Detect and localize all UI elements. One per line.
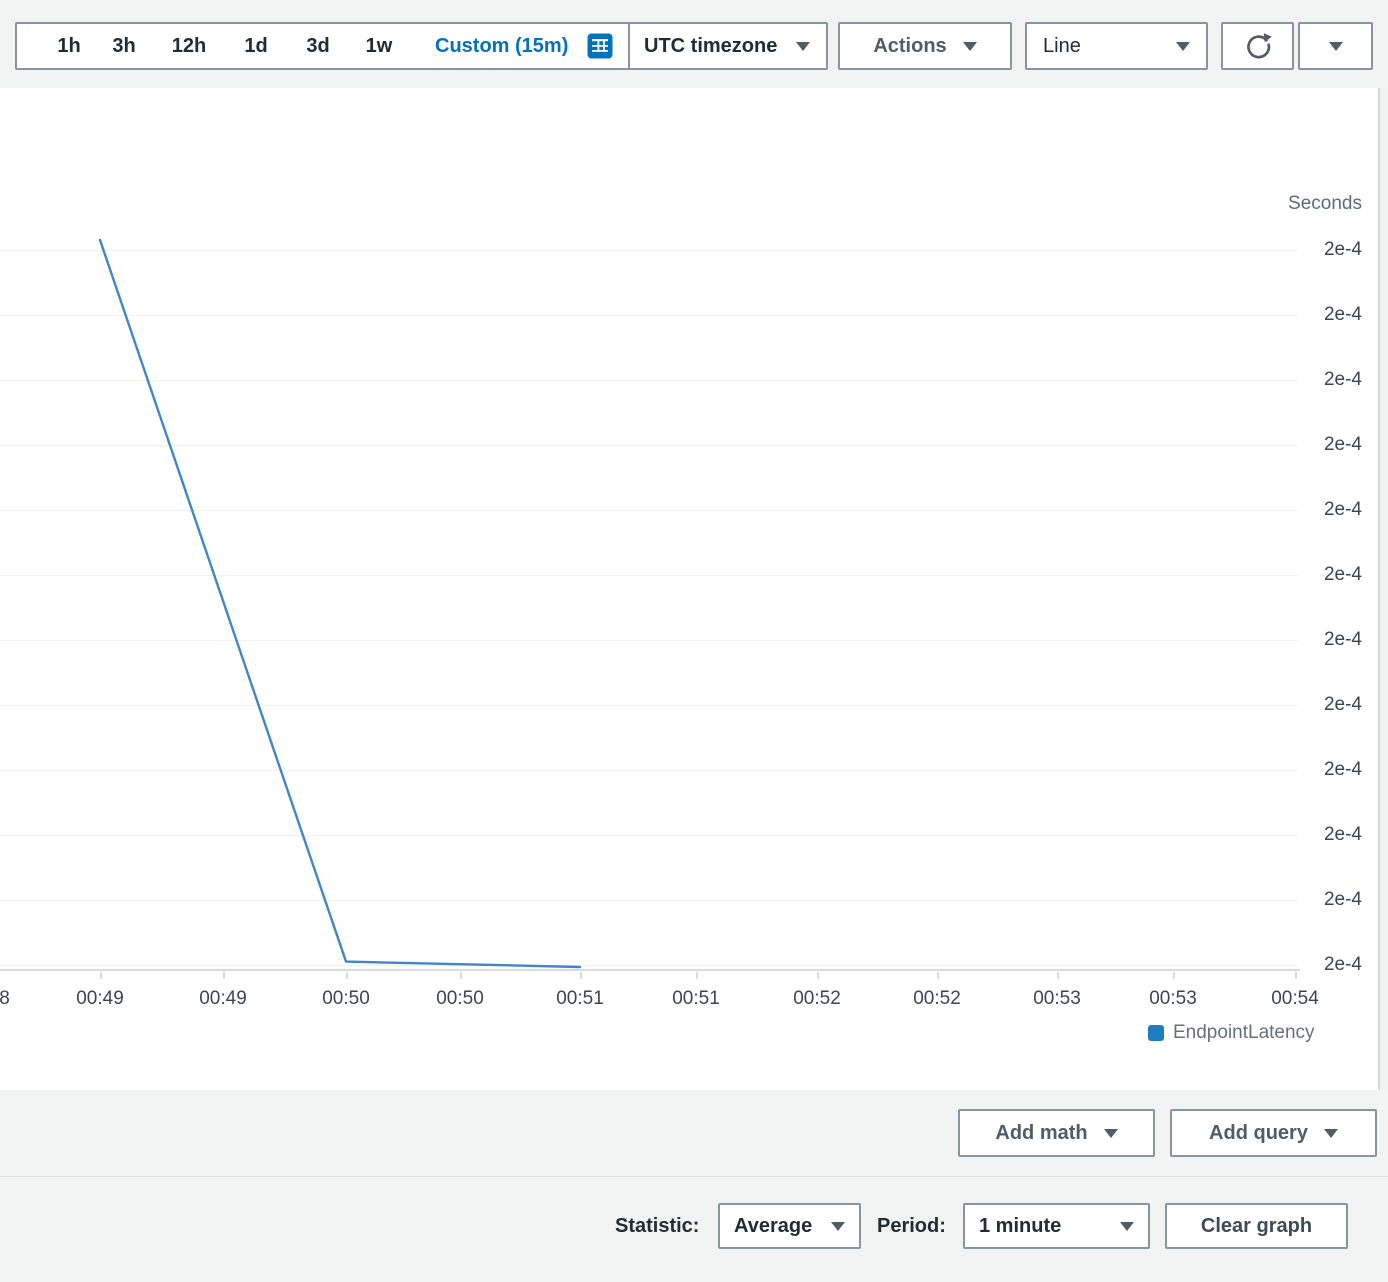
series-endpointlatency-line — [100, 240, 580, 967]
time-range-1d[interactable]: 1d — [244, 24, 267, 68]
period-label: Period: — [877, 1203, 946, 1249]
actions-dropdown[interactable]: Actions — [838, 22, 1012, 70]
refresh-options-dropdown[interactable] — [1298, 22, 1373, 70]
add-query-dropdown[interactable]: Add query — [1170, 1109, 1377, 1157]
statistic-label: Statistic: — [615, 1203, 699, 1249]
chevron-down-icon — [1329, 42, 1343, 51]
refresh-button[interactable] — [1221, 22, 1294, 70]
metrics-graph-page: 1h 3h 12h 1d 3d 1w Custom (15m) UTC time… — [0, 0, 1388, 1282]
scrollbar-track — [1380, 88, 1388, 1090]
chevron-down-icon — [831, 1222, 845, 1231]
chart-type-select[interactable]: Line — [1025, 22, 1208, 70]
chart-type-value: Line — [1043, 35, 1081, 58]
add-math-dropdown[interactable]: Add math — [958, 1109, 1155, 1157]
statistic-select[interactable]: Average — [718, 1203, 861, 1249]
time-range-3d[interactable]: 3d — [306, 24, 329, 68]
calendar-icon[interactable] — [587, 33, 613, 59]
chevron-down-icon — [1104, 1129, 1118, 1138]
graph-toolbar: 1h 3h 12h 1d 3d 1w Custom (15m) UTC time… — [0, 0, 1388, 88]
chevron-down-icon — [963, 42, 977, 51]
time-range-12h[interactable]: 12h — [172, 24, 206, 68]
timezone-label: UTC timezone — [644, 35, 777, 58]
add-math-label: Add math — [995, 1122, 1087, 1145]
time-range-3h[interactable]: 3h — [112, 24, 135, 68]
chevron-down-icon — [1176, 42, 1190, 51]
chevron-down-icon — [1120, 1222, 1134, 1231]
timezone-dropdown[interactable]: UTC timezone — [630, 24, 828, 68]
period-value: 1 minute — [979, 1215, 1061, 1238]
legend-color-swatch — [1148, 1025, 1164, 1041]
footer-divider — [0, 1176, 1388, 1177]
time-range-1w[interactable]: 1w — [366, 24, 393, 68]
line-series-svg — [0, 88, 1388, 1090]
period-select[interactable]: 1 minute — [963, 1203, 1150, 1249]
chevron-down-icon — [796, 42, 810, 51]
time-range-custom[interactable]: Custom (15m) — [435, 24, 568, 68]
time-range-1h[interactable]: 1h — [57, 24, 80, 68]
statistic-value: Average — [734, 1215, 812, 1238]
clear-graph-button[interactable]: Clear graph — [1165, 1203, 1348, 1249]
chevron-down-icon — [1324, 1129, 1338, 1138]
legend-label: EndpointLatency — [1173, 1022, 1315, 1044]
graph-footer-panel: Add math Add query Statistic: Average Pe… — [0, 1090, 1388, 1282]
clear-graph-label: Clear graph — [1201, 1215, 1312, 1238]
actions-label: Actions — [873, 35, 946, 58]
refresh-icon — [1242, 30, 1274, 62]
legend-item-endpointlatency[interactable]: EndpointLatency — [1148, 1022, 1315, 1044]
metric-line-chart: 2e-42e-42e-42e-42e-42e-42e-42e-42e-42e-4… — [0, 88, 1388, 1090]
time-range-group: 1h 3h 12h 1d 3d 1w Custom (15m) UTC time… — [15, 22, 828, 70]
add-query-label: Add query — [1209, 1122, 1308, 1145]
